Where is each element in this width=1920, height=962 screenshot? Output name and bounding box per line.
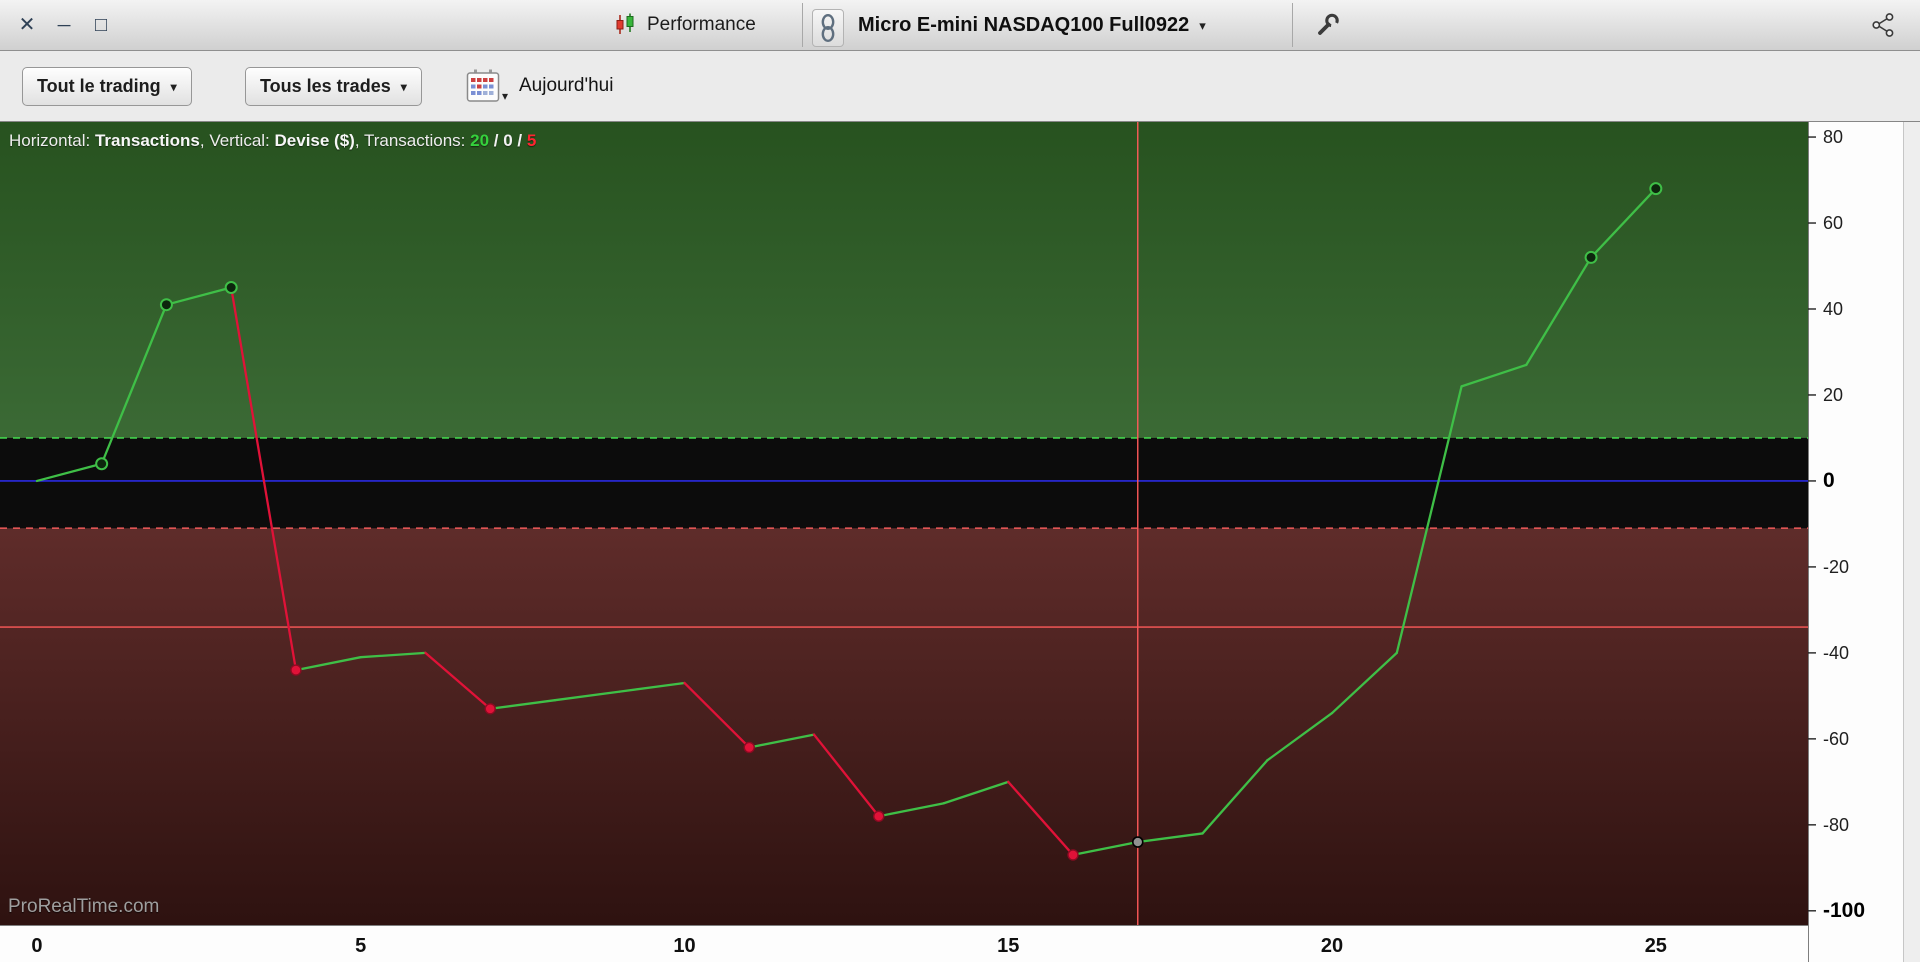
trades-filter-label: Tous les trades <box>260 76 391 96</box>
titlebar-divider <box>802 3 803 47</box>
trade-marker-win <box>1649 182 1663 196</box>
settings-wrench-button[interactable] <box>1306 0 1350 50</box>
trading-scope-dropdown[interactable]: Tout le trading ▾ <box>22 67 192 106</box>
watermark: ProRealTime.com <box>8 896 160 917</box>
share-icon <box>1872 13 1894 37</box>
x-tick-label: 10 <box>673 935 695 957</box>
instrument-selector[interactable]: Micro E-mini NASDAQ100 Full0922 ▾ <box>858 0 1206 50</box>
candlestick-icon <box>612 12 638 38</box>
right-gutter <box>1903 122 1920 962</box>
performance-window: ✕ ─ □ Performance Micro E-mini NASDAQ100… <box>0 0 1920 962</box>
trades-filter-dropdown[interactable]: Tous les trades ▾ <box>245 67 422 106</box>
link-chart-button[interactable] <box>812 9 844 47</box>
trading-scope-label: Tout le trading <box>37 76 161 96</box>
trade-marker-win <box>159 298 173 312</box>
trade-marker-win <box>95 457 109 471</box>
y-tick-label: -40 <box>1823 643 1849 663</box>
x-tick-label: 25 <box>1645 935 1667 957</box>
trade-marker-loss <box>484 703 496 715</box>
y-tick-label: -20 <box>1823 557 1849 577</box>
equity-curve-chart[interactable]: 80 60 40 20 0 -20 -40 -60 -80 -100 0 5 10 15 20 25 <box>0 122 1920 962</box>
performance-title: Performance <box>612 0 756 50</box>
trade-marker-win <box>224 281 238 295</box>
chevron-down-icon: ▾ <box>1199 17 1206 33</box>
toolbar: Tout le trading ▾ Tous les trades ▾ ▾ Au… <box>0 51 1920 122</box>
minimize-button[interactable]: ─ <box>53 16 75 34</box>
x-axis-panel <box>0 925 1920 962</box>
maximize-button[interactable]: □ <box>90 15 112 35</box>
instrument-name: Micro E-mini NASDAQ100 Full0922 <box>858 13 1190 36</box>
y-tick-label: -60 <box>1823 729 1849 749</box>
y-tick-label: 80 <box>1823 127 1843 147</box>
trade-marker-win <box>1584 250 1598 264</box>
link-chart-button-wrap <box>812 0 844 50</box>
titlebar: ✕ ─ □ Performance Micro E-mini NASDAQ100… <box>0 0 1920 51</box>
x-tick-label: 20 <box>1321 935 1343 957</box>
wrench-icon <box>1318 13 1339 35</box>
chevron-down-icon: ▾ <box>170 79 177 94</box>
calendar-icon <box>466 69 500 102</box>
window-controls: ✕ ─ □ <box>16 0 112 50</box>
view-title: Performance <box>647 14 756 35</box>
calendar-button[interactable]: ▾ <box>465 68 508 104</box>
y-tick-label: 40 <box>1823 299 1843 319</box>
trade-marker-loss <box>290 664 302 676</box>
chain-link-icon <box>821 13 835 43</box>
x-tick-label: 15 <box>997 935 1019 957</box>
date-range-label: Aujourd'hui <box>519 75 614 96</box>
trade-marker-loss <box>1067 849 1079 861</box>
y-tick-label: -100 <box>1823 899 1865 922</box>
close-button[interactable]: ✕ <box>16 15 38 35</box>
x-tick-label: 5 <box>355 935 366 957</box>
titlebar-divider <box>1292 3 1293 47</box>
x-tick-label: 0 <box>31 935 42 957</box>
chart-area: 80 60 40 20 0 -20 -40 -60 -80 -100 0 5 10 15 20 25 Hori… <box>0 122 1920 962</box>
y-tick-label: 60 <box>1823 213 1843 233</box>
zone-neutral <box>0 437 1808 529</box>
zone-profit <box>0 122 1808 438</box>
zone-loss <box>0 528 1808 925</box>
y-tick-label: -80 <box>1823 815 1849 835</box>
trade-marker-current <box>1131 836 1144 848</box>
y-tick-label: 0 <box>1823 469 1835 492</box>
share-button[interactable] <box>1866 0 1900 50</box>
trade-marker-loss <box>873 810 885 822</box>
chevron-down-icon: ▾ <box>502 89 509 103</box>
chevron-down-icon: ▾ <box>400 79 407 94</box>
trade-marker-loss <box>743 741 755 754</box>
y-tick-label: 20 <box>1823 385 1843 405</box>
